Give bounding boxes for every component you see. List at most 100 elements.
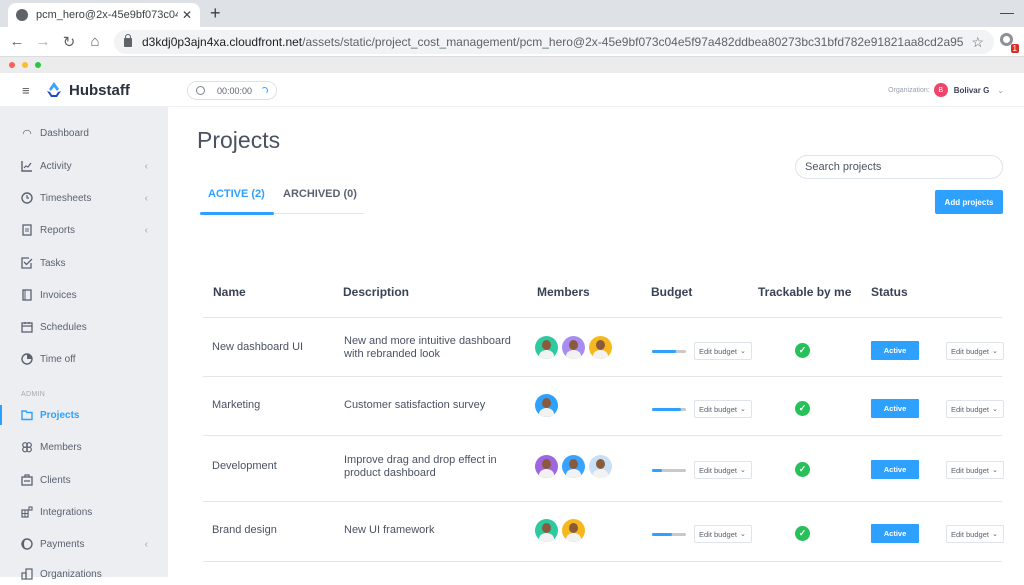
payments-icon xyxy=(21,538,33,550)
sidebar-item-activity[interactable]: Activity ‹ xyxy=(0,155,168,177)
new-tab-button[interactable]: + xyxy=(210,3,221,24)
edit-budget-dropdown[interactable]: Edit budget ⌄ xyxy=(694,461,752,479)
chevron-down-icon: ⌄ xyxy=(739,348,746,355)
trackable-check-icon: ✓ xyxy=(795,401,810,416)
loading-spinner-icon xyxy=(261,87,268,94)
extension-button[interactable]: 1 xyxy=(1000,33,1019,53)
trackable-check-icon: ✓ xyxy=(795,343,810,358)
member-avatar[interactable] xyxy=(535,519,558,542)
sidebar-item-label: Reports xyxy=(40,224,76,236)
sidebar-item-invoices[interactable]: Invoices xyxy=(0,284,168,306)
organization-selector[interactable]: Organization: B Bolivar G ⌄ xyxy=(888,83,1004,97)
budget-progress-bar xyxy=(652,408,686,411)
member-avatar[interactable] xyxy=(562,519,585,542)
avatar-face xyxy=(596,459,605,469)
sidebar-item-projects[interactable]: Projects xyxy=(0,404,168,426)
sidebar-item-members[interactable]: Members xyxy=(0,436,168,458)
sidebar-item-label: Tasks xyxy=(40,257,66,269)
edit-budget-dropdown[interactable]: Edit budget ⌄ xyxy=(694,400,752,418)
sidebar-item-dashboard[interactable]: ◠ Dashboard xyxy=(0,122,168,144)
budget-progress-bar xyxy=(652,350,686,353)
activity-chart-icon xyxy=(21,160,33,172)
sidebar-item-reports[interactable]: Reports ‹ xyxy=(0,219,168,241)
project-name[interactable]: New dashboard UI xyxy=(212,341,303,353)
avatar-face xyxy=(569,459,578,469)
organization-label: Organization: xyxy=(888,86,930,94)
row-actions-dropdown[interactable]: Edit budget ⌄ xyxy=(946,461,1004,479)
folder-icon xyxy=(21,409,33,421)
avatar-body xyxy=(539,469,554,478)
project-name[interactable]: Marketing xyxy=(212,399,260,411)
status-badge[interactable]: Active xyxy=(871,460,919,479)
tab-active[interactable]: ACTIVE (2) xyxy=(208,188,265,200)
home-icon[interactable]: ⌂ xyxy=(82,33,108,50)
member-avatar[interactable] xyxy=(589,455,612,478)
edit-budget-dropdown[interactable]: Edit budget ⌄ xyxy=(694,342,752,360)
hamburger-menu-icon[interactable]: ≡ xyxy=(22,83,30,98)
search-projects-input[interactable] xyxy=(795,155,1003,179)
budget-progress-fill xyxy=(652,533,673,536)
member-avatar[interactable] xyxy=(535,336,558,359)
table-divider xyxy=(203,376,1002,377)
status-badge[interactable]: Active xyxy=(871,341,919,360)
status-badge[interactable]: Active xyxy=(871,524,919,543)
sidebar-item-timesheets[interactable]: Timesheets ‹ xyxy=(0,187,168,209)
column-header-budget: Budget xyxy=(651,285,693,299)
globe-icon xyxy=(16,9,28,21)
sidebar-item-payments[interactable]: Payments ‹ xyxy=(0,533,168,555)
edit-budget-dropdown[interactable]: Edit budget ⌄ xyxy=(694,525,752,543)
expand-chevron-icon[interactable]: ‹ xyxy=(145,193,148,204)
close-tab-icon[interactable]: ✕ xyxy=(182,8,192,22)
reload-icon[interactable]: ↻ xyxy=(56,33,82,51)
avatar-body xyxy=(566,350,581,359)
expand-chevron-icon[interactable]: ‹ xyxy=(145,539,148,550)
member-avatar[interactable] xyxy=(589,336,612,359)
members-icon xyxy=(21,441,33,453)
tasks-checkbox-icon xyxy=(21,257,33,269)
minimize-window-button[interactable]: — xyxy=(1000,4,1014,20)
project-tabs: ACTIVE (2) ARCHIVED (0) xyxy=(200,178,364,215)
url-text[interactable]: d3kdj0p3ajn4xa.cloudfront.net/assets/sta… xyxy=(142,35,963,49)
sidebar-item-schedules[interactable]: Schedules xyxy=(0,316,168,338)
project-name[interactable]: Development xyxy=(212,460,277,472)
add-projects-button[interactable]: Add projects xyxy=(935,190,1003,214)
expand-chevron-icon[interactable]: ‹ xyxy=(145,161,148,172)
row-actions-dropdown[interactable]: Edit budget ⌄ xyxy=(946,525,1004,543)
organizations-icon xyxy=(21,568,33,580)
expand-chevron-icon[interactable]: ‹ xyxy=(145,225,148,236)
back-arrow-icon[interactable]: ← xyxy=(4,33,30,50)
window-minimize-dot[interactable] xyxy=(22,62,28,68)
budget-progress-fill xyxy=(652,350,676,353)
project-description: New and more intuitive dashboard with re… xyxy=(344,335,511,360)
sidebar-item-tasks[interactable]: Tasks xyxy=(0,252,168,274)
user-name: Bolivar G xyxy=(953,85,990,95)
tab-archived[interactable]: ARCHIVED (0) xyxy=(283,188,357,200)
window-zoom-dot[interactable] xyxy=(35,62,41,68)
report-icon xyxy=(21,224,33,236)
chevron-down-icon: ⌄ xyxy=(991,467,998,474)
sidebar-item-label: Dashboard xyxy=(40,127,89,139)
browser-tab[interactable]: pcm_hero@2x-45e9bf073c04e5f9 ✕ xyxy=(8,3,200,27)
status-badge[interactable]: Active xyxy=(871,399,919,418)
member-avatar[interactable] xyxy=(562,336,585,359)
address-bar[interactable]: d3kdj0p3ajn4xa.cloudfront.net/assets/sta… xyxy=(114,30,994,54)
row-actions-dropdown[interactable]: Edit budget ⌄ xyxy=(946,342,1004,360)
hubstaff-logo[interactable]: Hubstaff xyxy=(44,80,130,100)
column-header-name[interactable]: Name xyxy=(213,285,246,299)
project-name[interactable]: Brand design xyxy=(212,524,277,536)
avatar-body xyxy=(566,533,581,542)
member-avatar[interactable] xyxy=(535,455,558,478)
sidebar-item-clients[interactable]: Clients xyxy=(0,469,168,491)
sidebar-item-organizations[interactable]: Organizations xyxy=(0,563,168,585)
sidebar-item-integrations[interactable]: Integrations xyxy=(0,501,168,523)
forward-arrow-icon[interactable]: → xyxy=(30,33,56,50)
bookmark-star-icon[interactable]: ☆ xyxy=(971,34,984,51)
timer-widget[interactable]: 00:00:00 xyxy=(187,81,277,100)
member-avatar[interactable] xyxy=(562,455,585,478)
window-close-dot[interactable] xyxy=(9,62,15,68)
sidebar-item-time-off[interactable]: Time off xyxy=(0,348,168,370)
avatar-face xyxy=(542,398,551,408)
row-actions-dropdown[interactable]: Edit budget ⌄ xyxy=(946,400,1004,418)
member-avatar[interactable] xyxy=(535,394,558,417)
sidebar-item-label: Clients xyxy=(40,474,71,486)
